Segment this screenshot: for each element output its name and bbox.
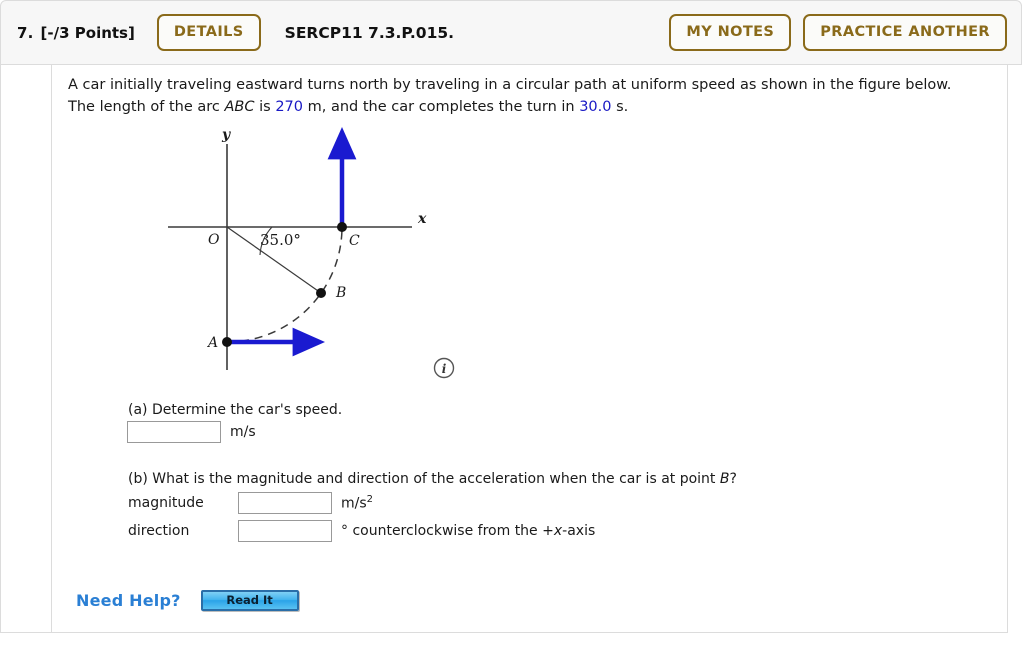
part-a-unit: m/s bbox=[230, 424, 256, 440]
question-code: SERCP11 7.3.P.015. bbox=[284, 23, 455, 42]
degree-symbol: ° bbox=[341, 523, 348, 539]
origin-label: O bbox=[208, 232, 220, 248]
my-notes-button[interactable]: MY NOTES bbox=[669, 14, 792, 51]
magnitude-unit: m/s2 bbox=[341, 494, 373, 512]
y-axis-label: y bbox=[221, 127, 231, 143]
point-b-label: B bbox=[335, 285, 346, 301]
part-b-prompt: (b) What is the magnitude and direction … bbox=[128, 469, 737, 489]
physics-diagram: y x O 35.0° C B A i bbox=[150, 122, 480, 390]
read-it-button[interactable]: Read It bbox=[200, 590, 299, 611]
point-c-label: C bbox=[349, 233, 360, 249]
question-prompt: A car initially traveling eastward turns… bbox=[68, 74, 998, 118]
svg-text:i: i bbox=[442, 362, 447, 376]
magnitude-unit-exponent: 2 bbox=[366, 494, 374, 506]
magnitude-input[interactable] bbox=[238, 492, 332, 514]
prompt-line-2-d: s. bbox=[611, 99, 629, 115]
part-a-speed-input[interactable] bbox=[127, 421, 221, 443]
direction-input[interactable] bbox=[238, 520, 332, 542]
point-c-dot bbox=[337, 222, 347, 232]
need-help-label: Need Help? bbox=[76, 591, 181, 610]
question-number: 7. bbox=[17, 23, 34, 42]
part-a-answer-row: m/s bbox=[127, 421, 256, 443]
header-actions: MY NOTES PRACTICE ANOTHER bbox=[669, 14, 1007, 51]
details-button[interactable]: DETAILS bbox=[156, 14, 261, 51]
part-b-prompt-after: ? bbox=[729, 471, 737, 487]
question-points: [-/3 Points] bbox=[40, 23, 135, 42]
arc-name: ABC bbox=[224, 99, 255, 115]
arc-length-value: 270 bbox=[275, 99, 304, 115]
prompt-line-2-c: m, and the car completes the turn in bbox=[303, 99, 580, 115]
left-gutter bbox=[0, 65, 51, 633]
info-icon: i bbox=[433, 357, 455, 379]
part-b-magnitude-row: magnitude m/s2 bbox=[128, 492, 373, 514]
prompt-line-1: A car initially traveling eastward turns… bbox=[68, 77, 952, 93]
question-header-bar: 7. [-/3 Points] DETAILS SERCP11 7.3.P.01… bbox=[0, 0, 1022, 65]
practice-another-button[interactable]: PRACTICE ANOTHER bbox=[803, 14, 1007, 51]
magnitude-label: magnitude bbox=[128, 495, 204, 511]
part-a-prompt: (a) Determine the car's speed. bbox=[128, 402, 343, 418]
angle-label: 35.0° bbox=[260, 231, 301, 249]
magnitude-unit-base: m/s bbox=[341, 495, 367, 512]
x-axis-label: x bbox=[417, 211, 427, 227]
turn-time-value: 30.0 bbox=[579, 99, 612, 115]
part-b-prompt-before: (b) What is the magnitude and direction … bbox=[128, 471, 720, 487]
prompt-line-2-a: The length of the arc bbox=[68, 99, 225, 115]
direction-label: direction bbox=[128, 523, 190, 539]
direction-unit-text-a: counterclockwise from the + bbox=[348, 523, 554, 539]
point-b-dot bbox=[316, 288, 326, 298]
need-help-section: Need Help? Read It bbox=[76, 590, 299, 611]
part-b-direction-row: direction ° counterclockwise from the +x… bbox=[128, 520, 595, 542]
point-a-label: A bbox=[206, 335, 218, 351]
direction-unit-text-b: -axis bbox=[562, 523, 596, 539]
direction-axis-name: x bbox=[553, 523, 563, 539]
point-a-dot bbox=[222, 337, 232, 347]
prompt-line-2-b: is bbox=[254, 99, 276, 115]
direction-unit: ° counterclockwise from the +x-axis bbox=[341, 523, 595, 539]
